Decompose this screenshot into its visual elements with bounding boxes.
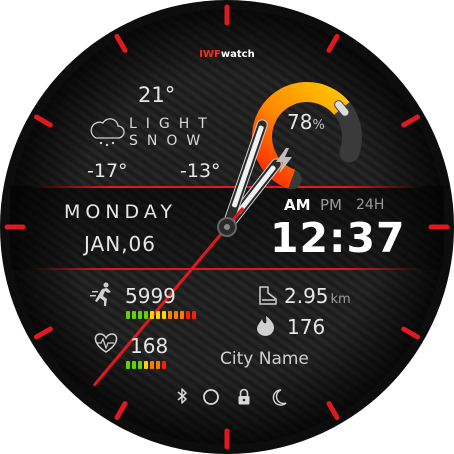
weather-condition-line2: SNOW <box>129 133 210 149</box>
brand-part2: watch <box>220 49 255 60</box>
level-bar <box>186 311 190 319</box>
calories-value: 176 <box>287 315 326 339</box>
level-bar <box>150 311 154 319</box>
steps-value: 5999 <box>125 284 176 308</box>
heart-bars <box>126 361 166 369</box>
level-bar <box>180 311 184 319</box>
am-indicator: AM <box>284 196 311 214</box>
level-bar <box>150 361 154 369</box>
band-line-bottom <box>30 268 424 270</box>
distance-unit: km <box>330 292 351 307</box>
level-bar <box>138 311 142 319</box>
level-bar <box>126 361 130 369</box>
level-bar <box>174 311 178 319</box>
level-bar <box>138 361 142 369</box>
steps-bars <box>126 311 196 319</box>
level-bar <box>144 311 148 319</box>
level-bar <box>156 361 160 369</box>
level-bar <box>156 311 160 319</box>
brand-logo: IWFwatch <box>0 50 454 60</box>
battery-percent: 78% <box>287 112 325 132</box>
level-bar <box>168 311 172 319</box>
pm-indicator: PM <box>320 196 342 214</box>
date-text: JAN,06 <box>84 232 156 256</box>
level-bar <box>132 311 136 319</box>
h24-indicator: 24H <box>356 197 385 213</box>
band-line-top <box>30 186 424 188</box>
battery-unit: % <box>312 118 325 133</box>
level-bar <box>192 311 196 319</box>
weather-temp: 21° <box>138 83 176 107</box>
weather-low: -17° <box>87 160 128 182</box>
level-bar <box>126 311 130 319</box>
weekday: MONDAY <box>64 201 177 223</box>
level-bar <box>132 361 136 369</box>
weather-high: -13° <box>180 160 221 182</box>
digital-clock: 12:37 <box>270 214 406 262</box>
level-bar <box>162 311 166 319</box>
heart-value: 168 <box>130 334 169 358</box>
brand-part1: IWF <box>199 49 221 60</box>
battery-value: 78 <box>287 110 313 134</box>
distance-value: 2.95 <box>284 284 329 308</box>
weather-condition-line1: LIGHT <box>129 116 216 132</box>
city-name: City Name <box>220 349 309 369</box>
distance: 2.95 km <box>284 286 351 306</box>
level-bar <box>144 361 148 369</box>
level-bar <box>162 361 166 369</box>
